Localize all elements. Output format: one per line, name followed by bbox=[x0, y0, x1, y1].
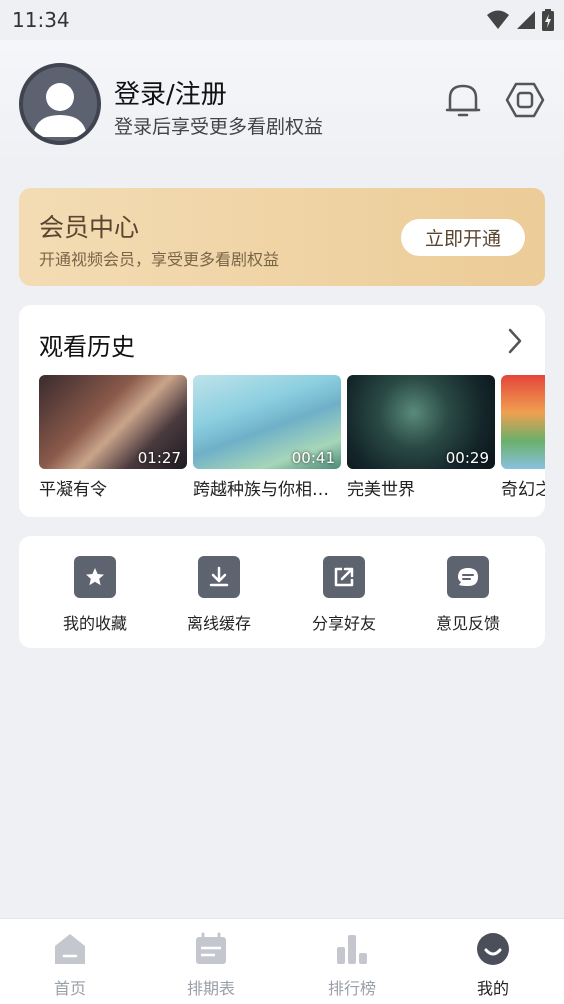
history-item[interactable]: 01:27 平凝有令 bbox=[39, 375, 187, 500]
bottom-tab-bar: 首页 排期表 排行榜 我的 bbox=[0, 918, 564, 1004]
tab-mine[interactable]: 我的 bbox=[443, 931, 543, 999]
login-register-link[interactable]: 登录/注册 bbox=[114, 74, 227, 111]
user-header: 登录/注册 登录后享受更多看剧权益 bbox=[0, 40, 564, 170]
download-icon bbox=[198, 556, 240, 598]
favorites-button[interactable]: 我的收藏 bbox=[45, 556, 145, 634]
share-icon bbox=[323, 556, 365, 598]
wifi-icon bbox=[487, 10, 509, 29]
default-avatar-icon bbox=[33, 83, 87, 137]
star-icon bbox=[74, 556, 116, 598]
video-duration: 00:29 bbox=[445, 449, 489, 467]
feedback-icon bbox=[447, 556, 489, 598]
video-title: 奇幻之 bbox=[501, 480, 545, 500]
history-item[interactable]: 00:41 跨越种族与你相… bbox=[193, 375, 341, 500]
video-thumbnail: 00:29 bbox=[347, 375, 495, 469]
settings-icon[interactable] bbox=[505, 80, 545, 120]
status-icons bbox=[486, 9, 554, 31]
tab-home[interactable]: 首页 bbox=[20, 931, 120, 999]
offline-cache-button[interactable]: 离线缓存 bbox=[169, 556, 269, 634]
tool-label: 意见反馈 bbox=[435, 614, 500, 633]
signal-icon bbox=[517, 11, 535, 29]
ranking-icon bbox=[337, 935, 367, 964]
video-duration: 01:27 bbox=[137, 449, 181, 467]
tab-schedule[interactable]: 排期表 bbox=[161, 931, 261, 999]
video-duration: 00:41 bbox=[291, 449, 335, 467]
login-hint: 登录后享受更多看剧权益 bbox=[114, 116, 324, 138]
vip-title: 会员中心 bbox=[39, 213, 140, 242]
video-title: 完美世界 bbox=[347, 480, 415, 500]
tab-label: 排行榜 bbox=[327, 979, 376, 998]
tab-label: 首页 bbox=[53, 979, 86, 998]
tab-ranking[interactable]: 排行榜 bbox=[302, 931, 402, 999]
status-bar: 11:34 bbox=[0, 0, 564, 40]
history-list: 01:27 平凝有令 00:41 跨越种族与你相… 00:29 完美世界 奇幻之 bbox=[39, 375, 545, 505]
profile-icon bbox=[477, 933, 509, 965]
video-thumbnail: 01:27 bbox=[39, 375, 187, 469]
video-title: 平凝有令 bbox=[39, 480, 107, 500]
vip-center-card[interactable]: 会员中心 开通视频会员，享受更多看剧权益 立即开通 bbox=[19, 188, 545, 286]
tab-label: 我的 bbox=[476, 979, 509, 998]
bell-icon[interactable] bbox=[443, 80, 483, 120]
vip-subtitle: 开通视频会员，享受更多看剧权益 bbox=[39, 250, 280, 269]
tool-label: 离线缓存 bbox=[186, 614, 251, 633]
tool-label: 我的收藏 bbox=[62, 614, 127, 633]
calendar-icon bbox=[196, 932, 226, 964]
tab-label: 排期表 bbox=[186, 979, 235, 998]
history-title: 观看历史 bbox=[39, 333, 135, 361]
home-icon bbox=[55, 934, 85, 964]
open-vip-button[interactable]: 立即开通 bbox=[401, 219, 525, 256]
status-time: 11:34 bbox=[12, 8, 70, 32]
history-item[interactable]: 00:29 完美世界 bbox=[347, 375, 495, 500]
video-thumbnail bbox=[501, 375, 545, 469]
tools-card: 我的收藏 离线缓存 分享好友 意见反馈 bbox=[19, 536, 545, 648]
battery-icon bbox=[542, 9, 554, 31]
video-title: 跨越种族与你相… bbox=[193, 480, 329, 500]
feedback-button[interactable]: 意见反馈 bbox=[418, 556, 518, 634]
video-thumbnail: 00:41 bbox=[193, 375, 341, 469]
tool-label: 分享好友 bbox=[311, 614, 376, 633]
watch-history-card: 观看历史 01:27 平凝有令 00:41 跨越种族与你相… 00:29 完美世… bbox=[19, 305, 545, 517]
share-friends-button[interactable]: 分享好友 bbox=[294, 556, 394, 634]
avatar[interactable] bbox=[19, 63, 101, 145]
chevron-right-icon[interactable] bbox=[505, 327, 525, 355]
history-item[interactable]: 奇幻之 bbox=[501, 375, 545, 500]
